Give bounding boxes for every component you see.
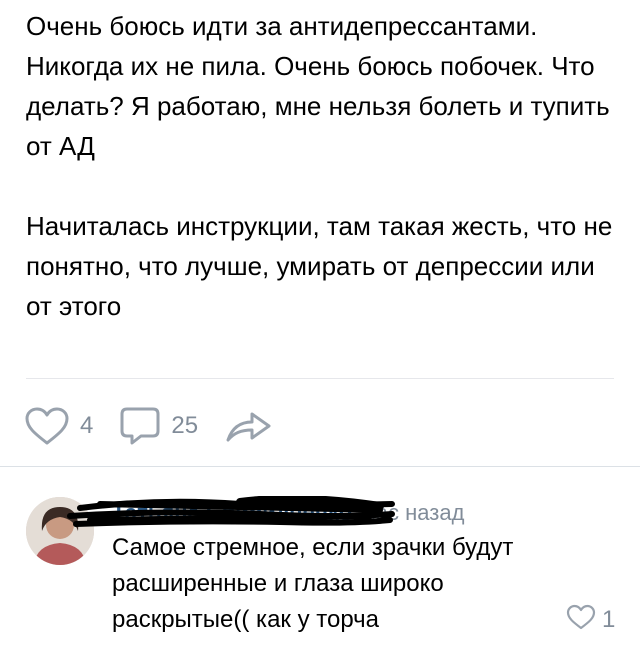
post-body: Очень боюсь идти за антидепрессантами. Н… <box>26 6 626 326</box>
post-paragraph-2: Начиталась инструкции, там такая жесть, … <box>26 211 613 321</box>
post-divider <box>26 378 614 379</box>
post-actions-bar: 4 25 <box>24 404 300 448</box>
share-button[interactable] <box>224 408 274 444</box>
redaction-scribble <box>67 496 395 527</box>
comment-count: 25 <box>171 412 199 439</box>
heart-outline-icon <box>566 604 596 635</box>
post-paragraph-1: Очень боюсь идти за антидепрессантами. Н… <box>26 11 610 161</box>
section-separator <box>0 466 640 467</box>
share-arrow-icon <box>224 408 274 444</box>
comment-text: Самое стремное, если зрачки будут расшир… <box>112 534 514 633</box>
comment-like-count: 1 <box>602 605 616 633</box>
comment-bubble-icon <box>119 406 161 446</box>
like-button[interactable]: 4 <box>24 406 93 446</box>
like-count: 4 <box>80 412 94 439</box>
comment-like-button[interactable]: 1 <box>566 604 615 635</box>
comment-button[interactable]: 25 <box>119 406 198 446</box>
heart-outline-icon <box>24 406 70 446</box>
